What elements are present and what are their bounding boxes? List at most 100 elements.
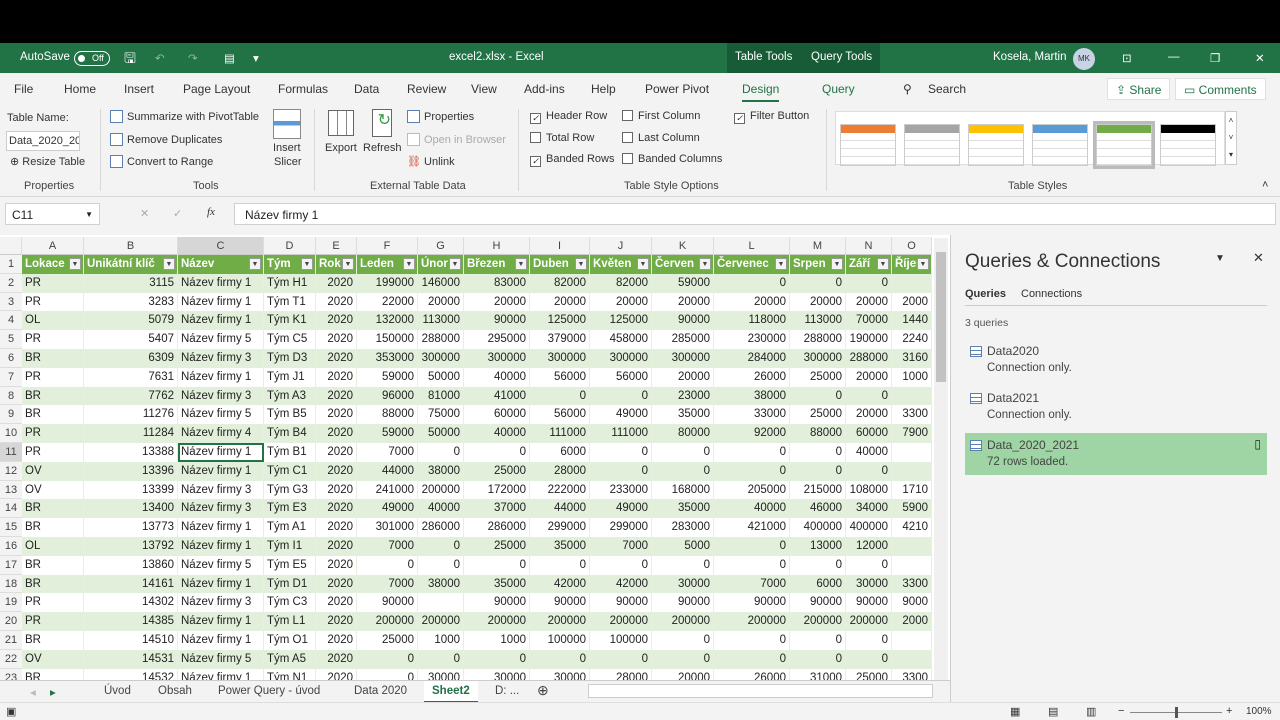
- table-cell[interactable]: Název firmy 1: [178, 367, 264, 387]
- table-cell[interactable]: BR: [22, 668, 84, 680]
- table-cell[interactable]: 0: [714, 555, 790, 575]
- table-cell[interactable]: 230000: [714, 330, 790, 349]
- table-cell[interactable]: 0: [790, 273, 846, 293]
- remove-duplicates-button[interactable]: Remove Duplicates: [110, 133, 222, 146]
- table-cell[interactable]: 20000: [590, 292, 652, 312]
- table-cell[interactable]: 13860: [84, 555, 178, 575]
- table-cell[interactable]: 100000: [590, 631, 652, 650]
- row-header[interactable]: 12: [0, 461, 22, 481]
- table-cell[interactable]: 90000: [357, 593, 418, 613]
- tab-file[interactable]: File: [14, 82, 33, 96]
- vertical-scrollbar[interactable]: [934, 238, 948, 680]
- table-cell[interactable]: PR: [22, 612, 84, 631]
- table-cell[interactable]: Tým E5: [264, 555, 316, 575]
- table-cell[interactable]: 283000: [652, 518, 714, 537]
- table-cell[interactable]: 7000: [357, 537, 418, 556]
- table-cell[interactable]: Název firmy 5: [178, 330, 264, 349]
- table-cell[interactable]: 81000: [418, 386, 464, 406]
- filter-dropdown-icon[interactable]: ▼: [342, 258, 354, 270]
- table-cell[interactable]: BR: [22, 631, 84, 650]
- table-header-cell[interactable]: Tým ▼: [264, 255, 316, 274]
- table-cell[interactable]: 3115: [84, 273, 178, 293]
- table-cell[interactable]: 0: [418, 555, 464, 575]
- tab-view[interactable]: View: [471, 82, 497, 96]
- table-cell[interactable]: 22000: [357, 292, 418, 312]
- table-cell[interactable]: PR: [22, 273, 84, 293]
- table-cell[interactable]: 200000: [846, 612, 892, 631]
- table-cell[interactable]: 108000: [846, 480, 892, 500]
- table-cell[interactable]: 44000: [357, 461, 418, 481]
- table-cell[interactable]: 88000: [790, 424, 846, 443]
- table-cell[interactable]: 11284: [84, 424, 178, 443]
- table-cell[interactable]: 0: [714, 631, 790, 650]
- table-style-option[interactable]: [1093, 121, 1155, 169]
- table-cell[interactable]: BR: [22, 555, 84, 575]
- table-cell[interactable]: 7000: [714, 574, 790, 594]
- table-cell[interactable]: 300000: [790, 349, 846, 368]
- search-box[interactable]: Search: [928, 82, 966, 96]
- table-cell[interactable]: 288000: [418, 330, 464, 349]
- filter-dropdown-icon[interactable]: ▼: [637, 258, 649, 270]
- banded-rows-checkbox[interactable]: ✓ Banded Rows: [530, 153, 615, 167]
- table-cell[interactable]: 2020: [316, 424, 357, 443]
- table-cell[interactable]: Tým I1: [264, 537, 316, 556]
- row-header[interactable]: 3: [0, 292, 22, 312]
- table-cell[interactable]: 20000: [464, 292, 530, 312]
- table-cell[interactable]: 70000: [846, 311, 892, 331]
- filter-dropdown-icon[interactable]: ▼: [163, 258, 175, 270]
- filter-dropdown-icon[interactable]: ▼: [831, 258, 843, 270]
- table-cell[interactable]: 7762: [84, 386, 178, 406]
- table-cell[interactable]: 0: [846, 555, 892, 575]
- table-cell[interactable]: 0: [530, 649, 590, 669]
- table-cell[interactable]: PR: [22, 593, 84, 613]
- table-cell[interactable]: 2020: [316, 480, 357, 500]
- table-cell[interactable]: 11276: [84, 405, 178, 425]
- filter-dropdown-icon[interactable]: ▼: [515, 258, 527, 270]
- table-cell[interactable]: 90000: [464, 311, 530, 331]
- table-cell[interactable]: 6000: [790, 574, 846, 594]
- refresh-button[interactable]: Refresh: [363, 142, 402, 154]
- table-cell[interactable]: 0: [357, 649, 418, 669]
- table-cell[interactable]: 0: [418, 443, 464, 462]
- row-header[interactable]: 16: [0, 537, 22, 556]
- filter-dropdown-icon[interactable]: ▼: [699, 258, 711, 270]
- table-cell[interactable]: Název firmy 1: [178, 443, 264, 462]
- table-cell[interactable]: 90000: [790, 593, 846, 613]
- query-item[interactable]: Data2021 Connection only.: [965, 386, 1267, 428]
- convert-range-button[interactable]: Convert to Range: [110, 155, 213, 168]
- checkbox-box[interactable]: [622, 153, 633, 164]
- table-cell[interactable]: Tým G3: [264, 480, 316, 500]
- table-cell[interactable]: 0: [846, 273, 892, 293]
- table-cell[interactable]: 300000: [652, 349, 714, 368]
- table-cell[interactable]: 3160: [892, 349, 932, 368]
- table-cell[interactable]: 6000: [530, 443, 590, 462]
- table-cell[interactable]: 288000: [790, 330, 846, 349]
- sheet-tab[interactable]: D: ...: [495, 685, 519, 697]
- table-cell[interactable]: 30000: [464, 668, 530, 680]
- table-cell[interactable]: 42000: [530, 574, 590, 594]
- table-cell[interactable]: 1000: [892, 367, 932, 387]
- comments-button[interactable]: ▭ Comments: [1175, 78, 1266, 100]
- insert-function-icon[interactable]: fx: [207, 206, 215, 218]
- refresh-icon[interactable]: ↻: [372, 109, 392, 137]
- table-cell[interactable]: 13396: [84, 461, 178, 481]
- row-header[interactable]: 6: [0, 349, 22, 368]
- table-cell[interactable]: 2020: [316, 649, 357, 669]
- horizontal-scrollbar[interactable]: [588, 684, 933, 698]
- filter-dropdown-icon[interactable]: ▼: [69, 258, 81, 270]
- table-cell[interactable]: 40000: [418, 499, 464, 519]
- column-header[interactable]: M: [790, 237, 846, 255]
- table-cell[interactable]: OV: [22, 480, 84, 500]
- table-header-cell[interactable]: Název ▼: [178, 255, 264, 274]
- table-cell[interactable]: 0: [714, 537, 790, 556]
- table-cell[interactable]: 200000: [652, 612, 714, 631]
- table-cell[interactable]: PR: [22, 443, 84, 462]
- scroll-thumb[interactable]: [936, 252, 946, 382]
- row-header[interactable]: 20: [0, 612, 22, 631]
- table-cell[interactable]: 2020: [316, 518, 357, 537]
- table-cell[interactable]: 0: [530, 555, 590, 575]
- table-cell[interactable]: Název firmy 1: [178, 631, 264, 650]
- table-cell[interactable]: 90000: [714, 593, 790, 613]
- gallery-scroll[interactable]: ˄ ˅ ▾: [1225, 111, 1237, 165]
- table-cell[interactable]: 38000: [418, 461, 464, 481]
